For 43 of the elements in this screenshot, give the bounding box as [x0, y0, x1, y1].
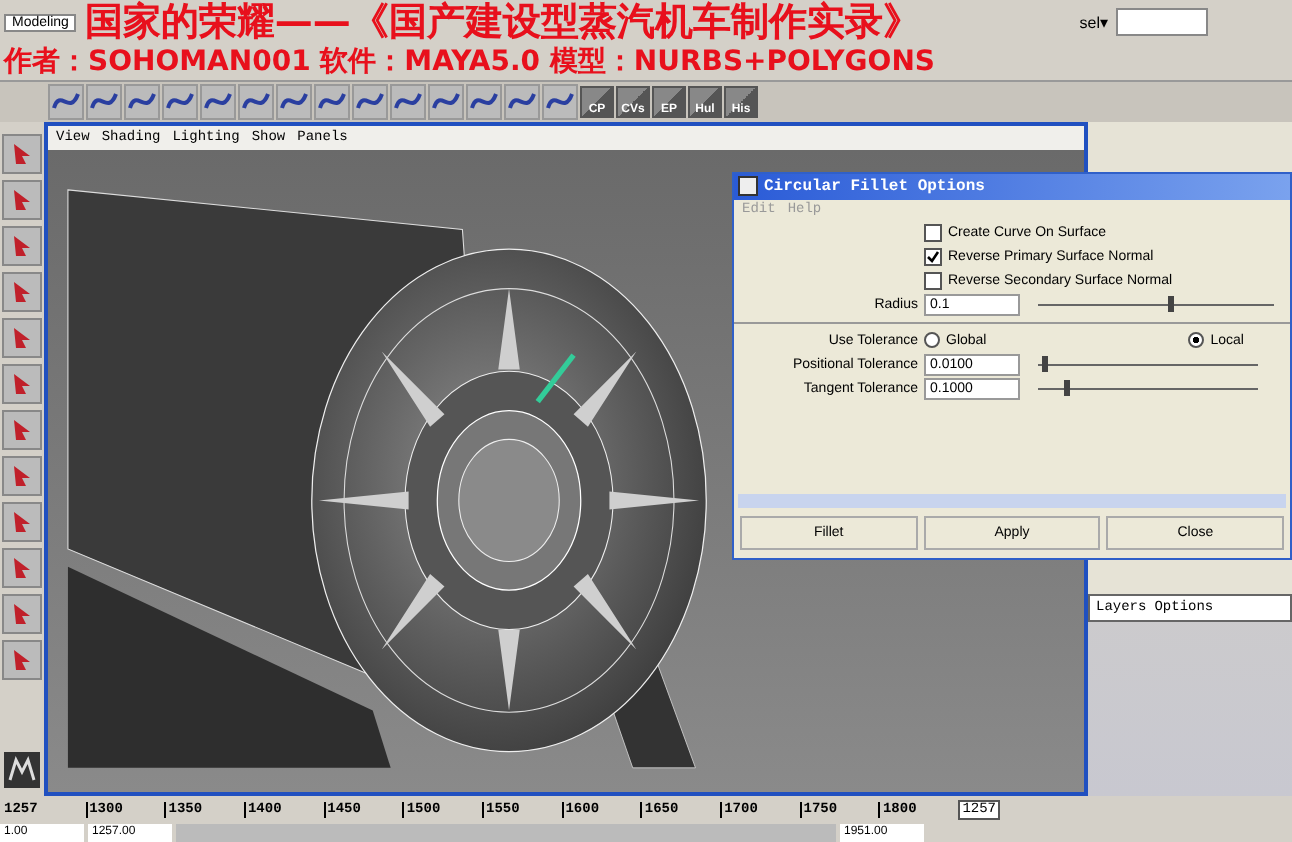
- caption-credits: 作者：SOHOMAN001 软件：MAYA5.0 模型：NURBS+POLYGONS: [4, 44, 935, 80]
- dialog-title: Circular Fillet Options: [764, 177, 985, 196]
- horizontal-scrollbar[interactable]: [738, 493, 1286, 508]
- tool-icon[interactable]: [2, 409, 42, 450]
- checkbox[interactable]: [924, 271, 942, 290]
- range-slider-bar[interactable]: [176, 824, 836, 842]
- tool-icon[interactable]: [2, 455, 42, 496]
- curve-tool-icon[interactable]: [390, 83, 426, 120]
- tool-icon[interactable]: [2, 271, 42, 312]
- curve-tool-icon[interactable]: [542, 83, 578, 120]
- curve-tool-icon[interactable]: [200, 83, 236, 120]
- selection-field-label: sel▾: [1079, 13, 1108, 31]
- slider-handle[interactable]: [1064, 379, 1071, 396]
- tool-icon[interactable]: [2, 639, 42, 680]
- radio-button[interactable]: [924, 332, 940, 349]
- curve-tool-icon[interactable]: [124, 83, 160, 120]
- tool-icon[interactable]: [2, 225, 42, 266]
- tool-icon[interactable]: [2, 547, 42, 588]
- tool-icon[interactable]: [2, 593, 42, 634]
- curve-tool-icon[interactable]: [238, 83, 274, 120]
- window-icon: [738, 176, 758, 197]
- tool-icon[interactable]: [2, 133, 42, 174]
- curve-tool-icon[interactable]: [86, 83, 122, 120]
- curve-tool-icon[interactable]: [352, 83, 388, 120]
- radio-button[interactable]: [1188, 332, 1205, 349]
- tool-icon[interactable]: [2, 363, 42, 404]
- checkbox[interactable]: [924, 247, 942, 266]
- curve-tool-icon[interactable]: [276, 83, 312, 120]
- curve-tool-icon[interactable]: [314, 83, 350, 120]
- curve-tool-icon[interactable]: [428, 83, 464, 120]
- tool-icon[interactable]: [2, 317, 42, 358]
- slider-handle[interactable]: [1042, 355, 1049, 372]
- logo-icon: [4, 752, 40, 789]
- caption-title: 国家的荣耀——《国产建设型蒸汽机车制作实录》: [84, 0, 921, 46]
- tool-icon[interactable]: [2, 501, 42, 542]
- input-field[interactable]: [1116, 8, 1208, 36]
- curve-tool-icon[interactable]: [162, 83, 198, 120]
- curve-tool-icon[interactable]: [48, 83, 84, 120]
- checkbox[interactable]: [924, 223, 942, 242]
- slider-handle[interactable]: [1167, 295, 1174, 312]
- tool-icon[interactable]: [2, 179, 42, 220]
- curve-tool-icon[interactable]: [504, 83, 540, 120]
- curve-tool-icon[interactable]: [466, 83, 502, 120]
